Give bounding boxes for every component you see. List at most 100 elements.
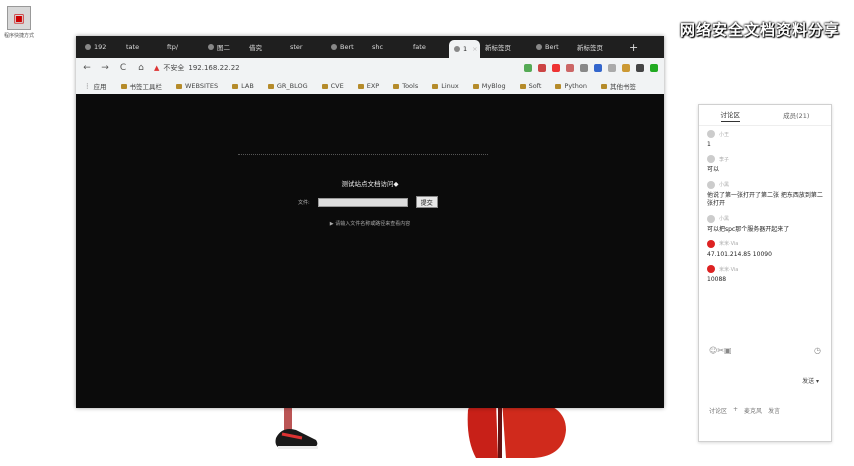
browser-tab-active[interactable]: 1 × xyxy=(449,40,480,58)
bottom-item[interactable]: 发言 xyxy=(768,406,780,415)
extension-icon[interactable] xyxy=(622,64,630,72)
send-button[interactable]: 发送 ▾ xyxy=(802,376,819,385)
scissors-icon[interactable]: ✂ xyxy=(717,346,724,355)
url-text: 192.168.22.22 xyxy=(188,64,240,72)
submit-button[interactable]: 提交 xyxy=(415,196,438,208)
folder-icon xyxy=(176,83,182,89)
bookmark-folder[interactable]: Soft xyxy=(519,82,541,90)
chat-toolbar: ☺ ✂ ▣ ◷ xyxy=(699,346,831,355)
file-input-label: 文件: xyxy=(298,199,310,206)
browser-tab[interactable]: ftp/ xyxy=(162,36,203,58)
browser-tab[interactable]: 新标签页 xyxy=(480,36,531,58)
extension-icon[interactable] xyxy=(580,64,588,72)
home-button[interactable]: ⌂ xyxy=(136,63,146,73)
folder-icon xyxy=(232,83,239,89)
chat-text: 可以把spc那个服务器开起来了 xyxy=(707,225,790,233)
globe-icon xyxy=(454,46,460,52)
avatar xyxy=(707,155,715,164)
browser-tab[interactable]: 新标签页 xyxy=(572,36,623,58)
folder-icon xyxy=(321,83,328,89)
reload-button[interactable]: C xyxy=(118,63,128,73)
extension-icon[interactable] xyxy=(608,64,616,72)
chat-user: 米米·Via xyxy=(719,266,739,273)
bookmark-folder[interactable]: EXP xyxy=(357,82,379,90)
avatar xyxy=(707,265,715,274)
wallpaper-shoe-figure xyxy=(275,404,318,449)
chat-user: 小王 xyxy=(719,131,730,138)
bookmark-item[interactable]: ⋮ 应用 xyxy=(84,81,107,91)
desktop-shortcut[interactable]: ▣ 程序快捷方式 xyxy=(4,6,34,39)
address-bar[interactable]: ▲ 不安全 192.168.22.22 xyxy=(154,62,516,75)
browser-tab[interactable]: Bert xyxy=(531,36,572,58)
bottom-item[interactable]: + xyxy=(733,406,738,415)
bookmark-folder[interactable]: MyBlog xyxy=(472,82,506,90)
warning-icon: ▲ xyxy=(154,64,160,72)
extension-icon[interactable] xyxy=(552,64,560,72)
browser-tab[interactable]: 借究 xyxy=(244,36,285,58)
chat-message: 小黑 可以把spc那个服务器开起来了 xyxy=(699,211,831,236)
browser-tab[interactable]: ster xyxy=(285,36,326,58)
extension-icon[interactable] xyxy=(650,64,658,72)
tab-members[interactable]: 成员(21) xyxy=(783,110,809,120)
bookmark-folder[interactable]: CVE xyxy=(321,82,344,90)
browser-tab[interactable]: fate xyxy=(408,36,449,58)
bottom-item[interactable]: 麦克风 xyxy=(744,406,762,415)
folder-icon xyxy=(267,83,274,89)
bookmark-folder[interactable]: Python xyxy=(555,82,587,90)
extension-icon[interactable] xyxy=(594,64,602,72)
emoji-icon[interactable]: ☺ xyxy=(709,346,717,355)
browser-tab[interactable]: tate xyxy=(121,36,162,58)
bookmark-folder[interactable]: Linux xyxy=(432,82,459,90)
folder-icon xyxy=(357,83,364,89)
bookmark-folder[interactable]: WEBSITES xyxy=(176,82,218,90)
page-viewport: 测试站点文档访问◆ 文件: 提交 ▶ 请输入文件名称或路径来查看内容 xyxy=(76,94,664,408)
image-icon[interactable]: ▣ xyxy=(724,346,732,355)
bottom-item[interactable]: 讨论区 xyxy=(709,406,727,415)
page-icon xyxy=(208,44,214,50)
browser-window: 192 tate ftp/ 图二 借究 ster Bert shc fate 1… xyxy=(76,36,664,408)
extension-icon[interactable] xyxy=(524,64,532,72)
back-button[interactable]: ← xyxy=(82,63,92,73)
panel-bottom-bar: 讨论区 + 麦克风 发言 xyxy=(699,402,790,419)
panel-footer: ☺ ✂ ▣ ◷ 发送 ▾ 讨论区 + 麦克风 发言 xyxy=(699,346,831,415)
toolbar-spacer xyxy=(732,346,814,355)
chat-message: 米米·Via 10088 xyxy=(699,261,831,286)
history-icon[interactable]: ◷ xyxy=(814,346,821,355)
chat-text: 47.101.214.85 10090 xyxy=(707,250,772,258)
panel-tabs: 讨论区 成员(21) xyxy=(699,105,831,126)
bookmark-folder[interactable]: Tools xyxy=(393,82,418,90)
chat-message: 小王 1 xyxy=(699,126,831,151)
file-form: 文件: 提交 xyxy=(298,196,438,208)
new-tab-button[interactable]: + xyxy=(623,36,638,58)
folder-icon xyxy=(432,83,439,89)
bookmark-folder[interactable]: LAB xyxy=(232,82,254,90)
chat-text: 1 xyxy=(707,141,711,148)
browser-tab[interactable]: 图二 xyxy=(203,36,244,58)
avatar xyxy=(707,214,715,223)
forward-button[interactable]: → xyxy=(100,63,110,73)
discussion-panel: 讨论区 成员(21) 小王 1 李子 可以 小黑 他说了第一张打开了第二张 把东… xyxy=(698,104,832,442)
wallpaper-red-figure xyxy=(467,400,566,458)
bookmark-folder[interactable]: GR_BLOG xyxy=(267,82,308,90)
folder-icon xyxy=(600,83,607,89)
chat-message: 米米·Via 47.101.214.85 10090 xyxy=(699,236,831,261)
dotted-divider xyxy=(238,154,488,155)
file-input[interactable] xyxy=(317,197,408,207)
desktop-shortcut-label: 程序快捷方式 xyxy=(4,33,35,39)
bookmark-folder[interactable]: 书签工具栏 xyxy=(120,81,162,91)
extension-icon[interactable] xyxy=(566,64,574,72)
browser-tab[interactable]: shc xyxy=(367,36,408,58)
browser-tab[interactable]: 192 xyxy=(80,36,121,58)
avatar xyxy=(707,180,715,189)
avatar xyxy=(707,130,715,138)
extension-icon[interactable] xyxy=(636,64,644,72)
browser-tab[interactable]: Bert xyxy=(326,36,367,58)
tab-discussion[interactable]: 讨论区 xyxy=(720,109,741,122)
app-icon: ▣ xyxy=(7,6,31,30)
close-tab-icon[interactable]: × xyxy=(472,45,477,53)
page-hint-text: ▶ 请输入文件名称或路径来查看内容 xyxy=(329,221,411,227)
watermark-text: 网络安全文档资料分享 xyxy=(679,21,840,39)
extension-icon[interactable] xyxy=(538,64,546,72)
bookmark-folder[interactable]: 其他书签 xyxy=(600,81,636,91)
chat-text: 可以 xyxy=(707,166,720,174)
